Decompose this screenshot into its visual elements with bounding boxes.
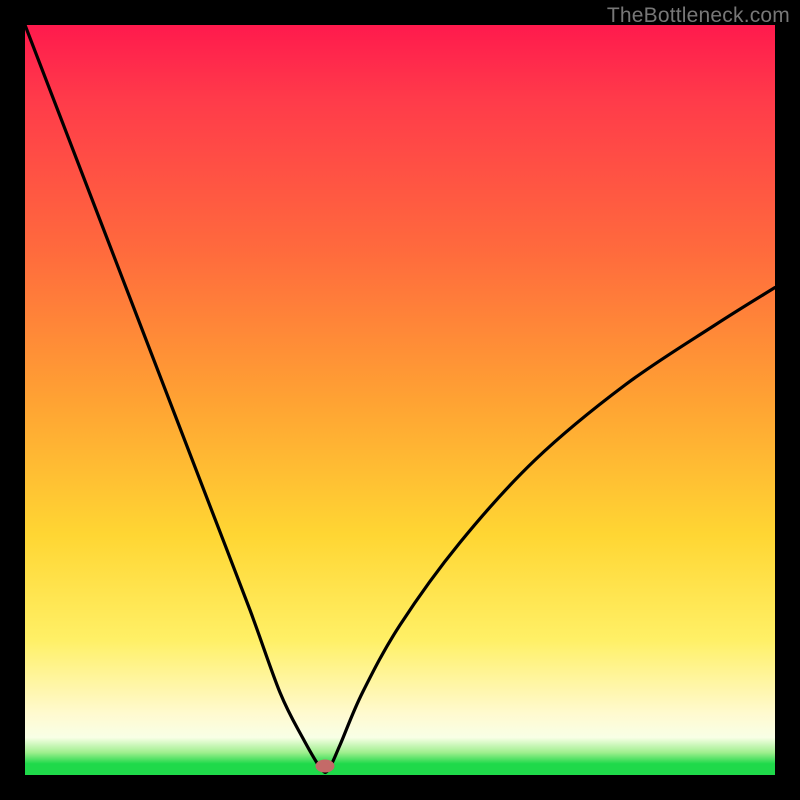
plot-area — [25, 25, 775, 775]
chart-frame: TheBottleneck.com — [0, 0, 800, 800]
bottleneck-curve-path — [25, 25, 775, 772]
watermark-text: TheBottleneck.com — [607, 4, 790, 28]
curve-layer — [25, 25, 775, 775]
minimum-marker — [316, 760, 335, 773]
